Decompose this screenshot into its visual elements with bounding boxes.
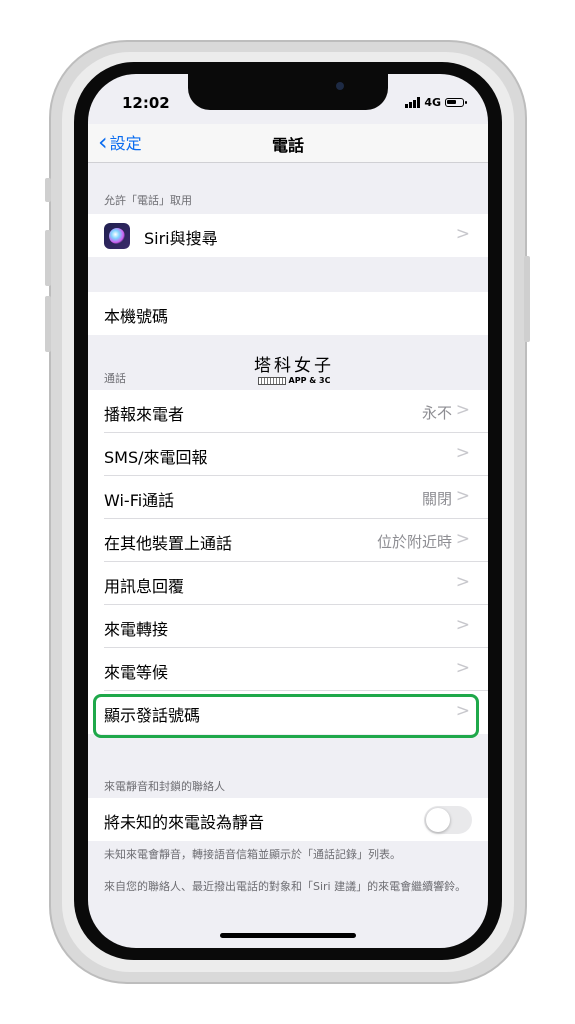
my-number-label: 本機號碼 bbox=[104, 307, 169, 326]
row-value: 永不 bbox=[421, 404, 452, 422]
notch bbox=[188, 74, 388, 110]
side-button bbox=[524, 256, 530, 342]
chevron-right-icon: > bbox=[455, 400, 470, 420]
screen: 12:02 4G ‹ 設定 電話 允許「電話」取用 Siri與搜尋 > 本機號碼… bbox=[88, 74, 488, 948]
announce-calls-row[interactable]: 播報來電者 永不 > bbox=[88, 390, 488, 433]
siri-search-row[interactable]: Siri與搜尋 > bbox=[88, 214, 488, 257]
status-time: 12:02 bbox=[122, 94, 170, 112]
barcode-icon bbox=[257, 376, 286, 385]
chevron-right-icon: > bbox=[455, 529, 470, 549]
section-header-calls: 通話 bbox=[104, 372, 126, 385]
status-indicators: 4G bbox=[405, 96, 467, 109]
volume-down-button bbox=[45, 296, 51, 352]
siri-icon bbox=[104, 223, 130, 249]
silence-unknown-callers-row: 將未知的來電設為靜音 bbox=[88, 798, 488, 841]
page-title: 電話 bbox=[271, 136, 304, 155]
chevron-right-icon: > bbox=[455, 572, 470, 592]
sms-call-reporting-row[interactable]: SMS/來電回報 > bbox=[88, 433, 488, 476]
signal-icon bbox=[405, 97, 421, 108]
navigation-bar: ‹ 設定 電話 bbox=[88, 124, 488, 163]
chevron-right-icon: > bbox=[455, 658, 470, 678]
wifi-calling-row[interactable]: Wi-Fi通話 關閉 > bbox=[88, 476, 488, 519]
watermark-logo: 塔科女子 APP & 3C bbox=[254, 351, 334, 385]
row-value: 關閉 bbox=[421, 490, 452, 508]
respond-with-text-row[interactable]: 用訊息回覆 > bbox=[88, 562, 488, 605]
camera-icon bbox=[336, 82, 344, 90]
network-label: 4G bbox=[424, 96, 441, 109]
section-header-silence: 來電靜音和封鎖的聯絡人 bbox=[104, 780, 225, 793]
mute-switch bbox=[45, 178, 51, 202]
chevron-right-icon: > bbox=[455, 615, 470, 635]
row-label: Wi-Fi通話 bbox=[104, 491, 175, 510]
highlight-box bbox=[93, 694, 479, 738]
silence-unknown-label: 將未知的來電設為靜音 bbox=[104, 813, 265, 832]
watermark-subtitle-row: APP & 3C bbox=[254, 376, 334, 385]
silence-footnote-1: 未知來電會靜音，轉接語音信箱並顯示於「通話記錄」列表。 bbox=[104, 848, 401, 861]
row-value: 位於附近時 bbox=[376, 533, 452, 551]
section-header-allow: 允許「電話」取用 bbox=[104, 194, 192, 207]
siri-search-label: Siri與搜尋 bbox=[144, 229, 218, 248]
chevron-right-icon: > bbox=[455, 224, 470, 244]
silence-footnote-2: 來自您的聯絡人、最近撥出電話的對象和「Siri 建議」的來電會繼續響鈴。 bbox=[104, 880, 467, 893]
chevron-right-icon: > bbox=[455, 443, 470, 463]
chevron-right-icon: > bbox=[455, 486, 470, 506]
home-indicator[interactable] bbox=[220, 933, 356, 938]
row-label: 播報來電者 bbox=[104, 405, 185, 424]
row-label: 來電等候 bbox=[104, 663, 169, 682]
watermark-subtitle: APP & 3C bbox=[288, 376, 331, 385]
battery-icon bbox=[445, 98, 467, 107]
my-number-row[interactable]: 本機號碼 bbox=[88, 292, 488, 335]
watermark-title: 塔科女子 bbox=[254, 356, 334, 376]
calls-on-other-devices-row[interactable]: 在其他裝置上通話 位於附近時 > bbox=[88, 519, 488, 562]
row-label: 用訊息回覆 bbox=[104, 577, 185, 596]
silence-unknown-toggle[interactable] bbox=[424, 806, 472, 834]
row-label: 來電轉接 bbox=[104, 620, 169, 639]
volume-up-button bbox=[45, 230, 51, 286]
call-forwarding-row[interactable]: 來電轉接 > bbox=[88, 605, 488, 648]
row-label: SMS/來電回報 bbox=[104, 448, 208, 467]
call-waiting-row[interactable]: 來電等候 > bbox=[88, 648, 488, 691]
row-label: 在其他裝置上通話 bbox=[104, 534, 233, 553]
